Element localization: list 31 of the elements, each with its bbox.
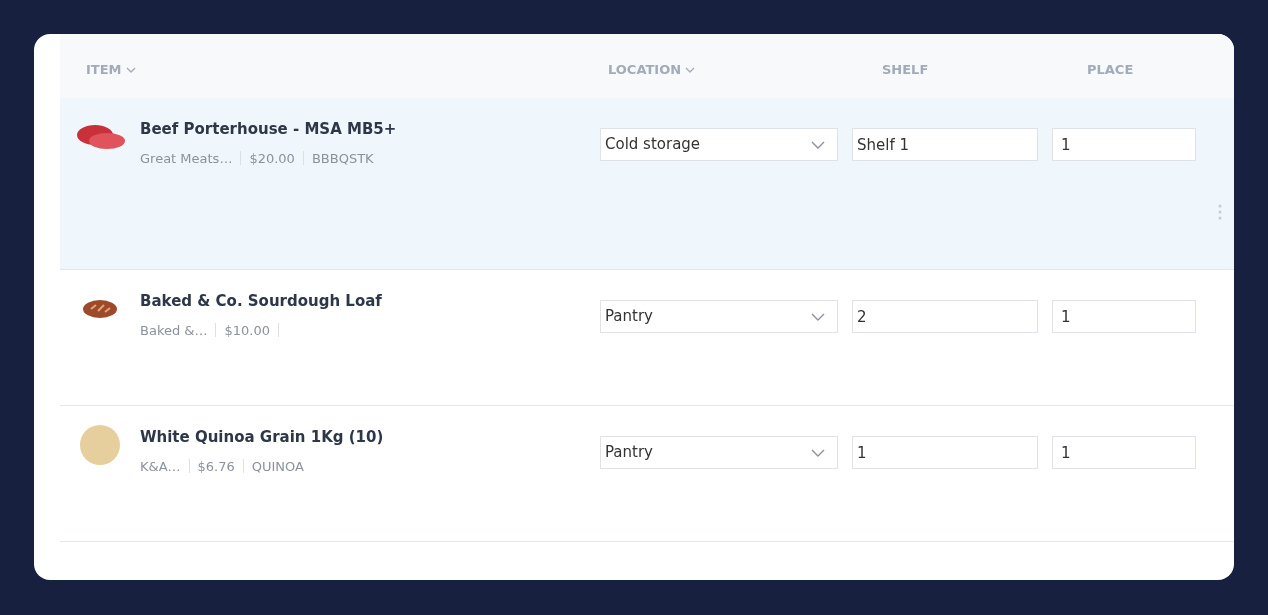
- price-text: $20.00: [249, 149, 295, 168]
- code-text: BBBQSTK: [311, 149, 374, 168]
- bread-icon: [82, 299, 118, 319]
- dropdown-caret-icon: [811, 448, 825, 457]
- sort-caret-icon: [685, 67, 696, 73]
- column-header: SHELF: [882, 61, 929, 80]
- column-header: PLACE: [1087, 61, 1134, 80]
- sort-caret-icon: [125, 67, 136, 73]
- dropdown-caret-icon: [811, 140, 825, 149]
- code-text: QUINOA: [251, 457, 304, 476]
- place-field[interactable]: 1: [1052, 300, 1196, 333]
- grain-icon: [79, 424, 121, 466]
- supplier-text: Great Meats…: [140, 149, 233, 168]
- price-text: $6.76: [197, 457, 235, 476]
- dropdown-caret-icon: [811, 312, 825, 321]
- shelf-field[interactable]: Shelf 1: [852, 128, 1038, 161]
- more-options-icon[interactable]: [1218, 204, 1222, 220]
- price-text: $10.00: [224, 321, 270, 340]
- supplier-text: Baked &…: [140, 321, 208, 340]
- item-name: Baked & Co. Sourdough Loaf: [140, 291, 383, 312]
- place-field[interactable]: 1: [1052, 436, 1196, 469]
- item-name: Beef Porterhouse - MSA MB5+: [140, 119, 398, 140]
- supplier-text: K&A…: [140, 457, 181, 476]
- shelf-field[interactable]: 1: [852, 436, 1038, 469]
- place-field[interactable]: 1: [1052, 128, 1196, 161]
- shelf-field[interactable]: 2: [852, 300, 1038, 333]
- table-row[interactable]: Beef Porterhouse - MSA MB5+ Great Meats… $20.00 BBBQSTK Cold storage Shelf 1 1: [60, 98, 1234, 270]
- item-name: White Quinoa Grain 1Kg (10): [140, 427, 385, 448]
- location-select[interactable]: Pantry: [600, 436, 838, 469]
- location-select[interactable]: Pantry: [600, 300, 838, 333]
- location-select[interactable]: Cold storage: [600, 128, 838, 161]
